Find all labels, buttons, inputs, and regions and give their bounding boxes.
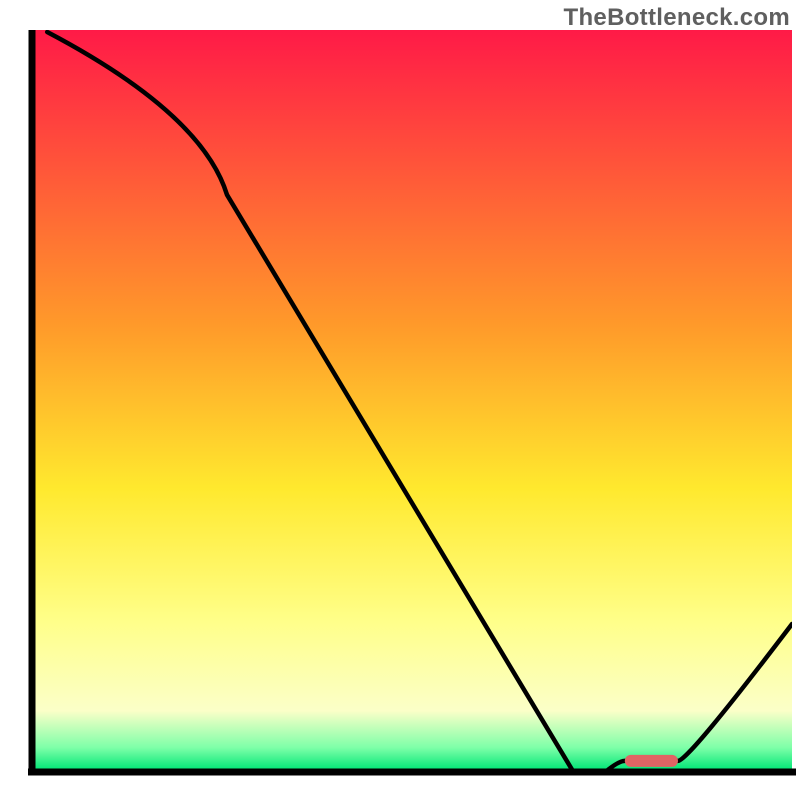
chart-svg <box>0 0 800 800</box>
gradient-background <box>32 30 792 770</box>
optimal-marker <box>625 755 678 767</box>
watermark-text: TheBottleneck.com <box>564 4 790 32</box>
chart-stage: TheBottleneck.com <box>0 0 800 800</box>
